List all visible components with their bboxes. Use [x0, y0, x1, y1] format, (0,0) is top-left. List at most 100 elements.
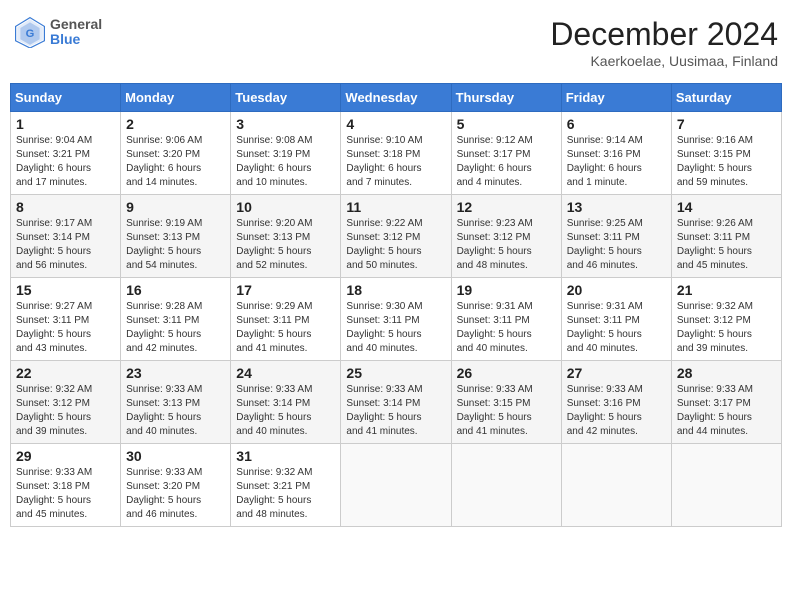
day-number: 29: [16, 448, 115, 464]
day-info: Sunrise: 9:32 AMSunset: 3:12 PMDaylight:…: [677, 300, 776, 356]
calendar-cell: 7Sunrise: 9:16 AMSunset: 3:15 PMDaylight…: [671, 112, 781, 195]
day-number: 14: [677, 199, 776, 215]
header-wednesday: Wednesday: [341, 84, 451, 112]
day-number: 5: [457, 116, 556, 132]
calendar-cell: 25 Sunrise: 9:33 AMSunset: 3:14 PMDayligh…: [341, 361, 451, 444]
calendar-cell: 14 Sunrise: 9:26 AMSunset: 3:11 PMDayligh…: [671, 195, 781, 278]
calendar-cell: [671, 444, 781, 527]
day-number: 13: [567, 199, 666, 215]
day-info: Sunrise: 9:33 AMSunset: 3:14 PMDaylight:…: [346, 383, 445, 439]
day-info: Sunrise: 9:16 AMSunset: 3:15 PMDaylight:…: [677, 134, 776, 190]
day-number: 18: [346, 282, 445, 298]
header-sunday: Sunday: [11, 84, 121, 112]
day-info: Sunrise: 9:14 AMSunset: 3:16 PMDaylight:…: [567, 134, 666, 190]
calendar-cell: 29 Sunrise: 9:33 AMSunset: 3:18 PMDayligh…: [11, 444, 121, 527]
day-info: Sunrise: 9:27 AMSunset: 3:11 PMDaylight:…: [16, 300, 115, 356]
calendar-cell: 6 Sunrise: 9:14 AMSunset: 3:16 PMDaylight…: [561, 112, 671, 195]
calendar-cell: 13Sunrise: 9:25 AMSunset: 3:11 PMDayligh…: [561, 195, 671, 278]
day-number: 1: [16, 116, 115, 132]
logo-text: General Blue: [50, 17, 102, 48]
header-tuesday: Tuesday: [231, 84, 341, 112]
day-number: 27: [567, 365, 666, 381]
day-number: 17: [236, 282, 335, 298]
day-number: 21: [677, 282, 776, 298]
header: G General Blue December 2024 Kaerkoelae,…: [10, 10, 782, 75]
calendar-cell: 22 Sunrise: 9:32 AMSunset: 3:12 PMDayligh…: [11, 361, 121, 444]
day-info: Sunrise: 9:31 AMSunset: 3:11 PMDaylight:…: [457, 300, 556, 356]
day-info: Sunrise: 9:26 AMSunset: 3:11 PMDaylight:…: [677, 217, 776, 273]
day-number: 23: [126, 365, 225, 381]
day-number: 26: [457, 365, 556, 381]
day-info: Sunrise: 9:33 AMSunset: 3:13 PMDaylight:…: [126, 383, 225, 439]
calendar-cell: 18Sunrise: 9:30 AMSunset: 3:11 PMDayligh…: [341, 278, 451, 361]
calendar-table: SundayMondayTuesdayWednesdayThursdayFrid…: [10, 83, 782, 527]
day-number: 6: [567, 116, 666, 132]
calendar-cell: 17 Sunrise: 9:29 AMSunset: 3:11 PMDayligh…: [231, 278, 341, 361]
header-monday: Monday: [121, 84, 231, 112]
day-info: Sunrise: 9:04 AMSunset: 3:21 PMDaylight:…: [16, 134, 115, 190]
calendar-cell: 3Sunrise: 9:08 AMSunset: 3:19 PMDaylight…: [231, 112, 341, 195]
calendar-cell: 1 Sunrise: 9:04 AMSunset: 3:21 PMDaylight…: [11, 112, 121, 195]
day-info: Sunrise: 9:20 AMSunset: 3:13 PMDaylight:…: [236, 217, 335, 273]
calendar-cell: 19 Sunrise: 9:31 AMSunset: 3:11 PMDayligh…: [451, 278, 561, 361]
header-saturday: Saturday: [671, 84, 781, 112]
calendar-cell: 4 Sunrise: 9:10 AMSunset: 3:18 PMDaylight…: [341, 112, 451, 195]
day-info: Sunrise: 9:33 AMSunset: 3:20 PMDaylight:…: [126, 466, 225, 522]
day-number: 15: [16, 282, 115, 298]
calendar-cell: 12 Sunrise: 9:23 AMSunset: 3:12 PMDayligh…: [451, 195, 561, 278]
day-info: Sunrise: 9:06 AMSunset: 3:20 PMDaylight:…: [126, 134, 225, 190]
header-thursday: Thursday: [451, 84, 561, 112]
day-info: Sunrise: 9:32 AMSunset: 3:21 PMDaylight:…: [236, 466, 335, 522]
day-number: 2: [126, 116, 225, 132]
week-row-2: 8 Sunrise: 9:17 AMSunset: 3:14 PMDaylight…: [11, 195, 782, 278]
calendar-title: December 2024: [550, 16, 778, 53]
title-area: December 2024 Kaerkoelae, Uusimaa, Finla…: [550, 16, 778, 69]
week-row-4: 22 Sunrise: 9:32 AMSunset: 3:12 PMDayligh…: [11, 361, 782, 444]
day-info: Sunrise: 9:33 AMSunset: 3:14 PMDaylight:…: [236, 383, 335, 439]
calendar-cell: 2 Sunrise: 9:06 AMSunset: 3:20 PMDaylight…: [121, 112, 231, 195]
calendar-cell: 28Sunrise: 9:33 AMSunset: 3:17 PMDayligh…: [671, 361, 781, 444]
day-info: Sunrise: 9:32 AMSunset: 3:12 PMDaylight:…: [16, 383, 115, 439]
calendar-header-row: SundayMondayTuesdayWednesdayThursdayFrid…: [11, 84, 782, 112]
day-info: Sunrise: 9:33 AMSunset: 3:18 PMDaylight:…: [16, 466, 115, 522]
day-info: Sunrise: 9:31 AMSunset: 3:11 PMDaylight:…: [567, 300, 666, 356]
day-number: 16: [126, 282, 225, 298]
calendar-cell: [561, 444, 671, 527]
day-info: Sunrise: 9:29 AMSunset: 3:11 PMDaylight:…: [236, 300, 335, 356]
day-info: Sunrise: 9:17 AMSunset: 3:14 PMDaylight:…: [16, 217, 115, 273]
calendar-cell: 8 Sunrise: 9:17 AMSunset: 3:14 PMDaylight…: [11, 195, 121, 278]
day-number: 25: [346, 365, 445, 381]
logo-line1: General: [50, 17, 102, 32]
day-number: 8: [16, 199, 115, 215]
day-number: 22: [16, 365, 115, 381]
calendar-cell: 11 Sunrise: 9:22 AMSunset: 3:12 PMDayligh…: [341, 195, 451, 278]
day-number: 11: [346, 199, 445, 215]
day-number: 19: [457, 282, 556, 298]
day-number: 12: [457, 199, 556, 215]
week-row-5: 29 Sunrise: 9:33 AMSunset: 3:18 PMDayligh…: [11, 444, 782, 527]
day-info: Sunrise: 9:33 AMSunset: 3:16 PMDaylight:…: [567, 383, 666, 439]
day-info: Sunrise: 9:33 AMSunset: 3:15 PMDaylight:…: [457, 383, 556, 439]
day-number: 3: [236, 116, 335, 132]
calendar-cell: 31 Sunrise: 9:32 AMSunset: 3:21 PMDayligh…: [231, 444, 341, 527]
day-info: Sunrise: 9:22 AMSunset: 3:12 PMDaylight:…: [346, 217, 445, 273]
day-info: Sunrise: 9:33 AMSunset: 3:17 PMDaylight:…: [677, 383, 776, 439]
day-info: Sunrise: 9:12 AMSunset: 3:17 PMDaylight:…: [457, 134, 556, 190]
day-info: Sunrise: 9:28 AMSunset: 3:11 PMDaylight:…: [126, 300, 225, 356]
day-info: Sunrise: 9:23 AMSunset: 3:12 PMDaylight:…: [457, 217, 556, 273]
logo-line2: Blue: [50, 32, 102, 47]
day-number: 30: [126, 448, 225, 464]
calendar-cell: [451, 444, 561, 527]
logo-icon: G: [14, 16, 46, 48]
logo: G General Blue: [14, 16, 102, 48]
calendar-cell: 9Sunrise: 9:19 AMSunset: 3:13 PMDaylight…: [121, 195, 231, 278]
day-info: Sunrise: 9:10 AMSunset: 3:18 PMDaylight:…: [346, 134, 445, 190]
day-number: 4: [346, 116, 445, 132]
day-number: 20: [567, 282, 666, 298]
calendar-cell: 21 Sunrise: 9:32 AMSunset: 3:12 PMDayligh…: [671, 278, 781, 361]
week-row-3: 15 Sunrise: 9:27 AMSunset: 3:11 PMDayligh…: [11, 278, 782, 361]
calendar-cell: 27 Sunrise: 9:33 AMSunset: 3:16 PMDayligh…: [561, 361, 671, 444]
day-number: 31: [236, 448, 335, 464]
day-number: 24: [236, 365, 335, 381]
calendar-cell: 26 Sunrise: 9:33 AMSunset: 3:15 PMDayligh…: [451, 361, 561, 444]
